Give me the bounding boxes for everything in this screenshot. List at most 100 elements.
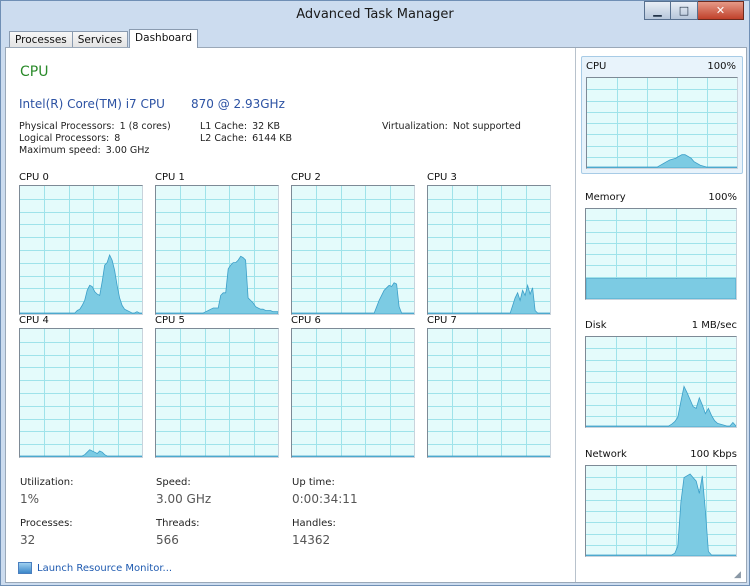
processes-label: Processes:: [20, 518, 73, 529]
cpu-core-7: CPU 7: [427, 315, 551, 459]
cpu-core-7-usage-area: [428, 455, 550, 457]
cpu-core-3: CPU 3: [427, 172, 551, 316]
maximize-button[interactable]: □: [671, 1, 698, 20]
cpu-core-label: CPU 1: [155, 172, 185, 183]
tab-services[interactable]: Services: [71, 31, 129, 48]
launch-resource-monitor-link[interactable]: Launch Resource Monitor...: [18, 562, 172, 574]
cpu-core-label: CPU 0: [19, 172, 49, 183]
side-panel-network[interactable]: Network 100 Kbps: [581, 445, 743, 563]
uptime-value: 0:00:34:11: [292, 492, 358, 506]
logical-processors-label: Logical Processors:: [19, 133, 110, 144]
cpu-core-6-usage-area: [292, 455, 414, 457]
side-cpu-graph: [587, 78, 737, 168]
side-panel-graph-frame: [585, 465, 737, 557]
speed-value: 3.00 GHz: [156, 492, 212, 506]
cpu-core-graph-frame: [427, 185, 551, 315]
tab-strip: Processes Services Dashboard: [9, 29, 199, 48]
cpu-model-name: Intel(R) Core(TM) i7 CPU: [19, 97, 165, 111]
maximum-speed-value: 3.00 GHz: [105, 145, 150, 156]
virtualization-value: Not supported: [452, 121, 521, 132]
handles-label: Handles:: [292, 518, 336, 529]
cpu-core-graph-frame: [291, 328, 415, 458]
cpu-core-label: CPU 7: [427, 315, 457, 326]
side-panel-cpu[interactable]: CPU 100%: [581, 56, 743, 174]
side-panel-scale: 100 Kbps: [690, 449, 737, 460]
summary-sidebar: CPU 100% Memory 100% Disk 1 MB/sec Network 100 …: [575, 48, 746, 582]
side-panel-label: Network: [585, 449, 627, 460]
side-memory-graph: [586, 209, 736, 299]
cpu-core-2: CPU 2: [291, 172, 415, 316]
cpu-core-graph-frame: [291, 185, 415, 315]
close-button[interactable]: ✕: [698, 1, 744, 20]
cpu-core-0: CPU 0: [19, 172, 143, 316]
window-title: Advanced Task Manager: [296, 7, 454, 22]
cpu-core-label: CPU 3: [427, 172, 457, 183]
cpu-core-label: CPU 4: [19, 315, 49, 326]
side-panel-label: Memory: [585, 192, 626, 203]
side-memory-usage-area: [586, 278, 736, 299]
cpu-heading: CPU: [20, 64, 49, 80]
physical-processors: Physical Processors: 1 (8 cores): [19, 121, 171, 132]
l2-cache-value: 6144 KB: [252, 133, 293, 144]
side-panel-disk[interactable]: Disk 1 MB/sec: [581, 316, 743, 434]
cpu-core-label: CPU 2: [291, 172, 321, 183]
resize-grip-icon[interactable]: ◢: [734, 570, 744, 580]
resource-monitor-icon: [18, 562, 32, 574]
app-window: Advanced Task Manager ▁ □ ✕ Processes Se…: [0, 0, 750, 586]
side-panel-scale: 100%: [707, 61, 736, 72]
cpu-core-graph-frame: [19, 185, 143, 315]
physical-processors-label: Physical Processors:: [19, 121, 115, 132]
cpu-core-graph-frame: [155, 185, 279, 315]
utilization-value: 1%: [20, 492, 40, 506]
cpu-model-speed: 870 @ 2.93GHz: [191, 97, 285, 111]
cpu-core-label: CPU 6: [291, 315, 321, 326]
cpu-core-6-graph: [292, 329, 414, 457]
utilization-label: Utilization:: [20, 477, 74, 488]
l1-cache: L1 Cache: 32 KB: [200, 121, 280, 132]
logical-processors: Logical Processors: 8: [19, 133, 120, 144]
cpu-core-5-usage-area: [156, 455, 278, 457]
side-panel-graph-frame: [585, 208, 737, 300]
maximum-speed: Maximum speed: 3.00 GHz: [19, 145, 149, 156]
processes-value: 32: [20, 533, 36, 547]
cpu-core-graph-frame: [427, 328, 551, 458]
cpu-core-5: CPU 5: [155, 315, 279, 459]
tab-processes[interactable]: Processes: [9, 31, 73, 48]
logical-processors-value: 8: [114, 133, 121, 144]
cpu-core-4-graph: [20, 329, 142, 457]
cpu-core-1-graph: [156, 186, 278, 314]
cpu-core-label: CPU 5: [155, 315, 185, 326]
tab-dashboard[interactable]: Dashboard: [129, 29, 199, 48]
side-network-graph: [586, 466, 736, 556]
side-panel-memory[interactable]: Memory 100%: [581, 188, 743, 306]
minimize-button[interactable]: ▁: [644, 1, 671, 20]
handles-value: 14362: [292, 533, 331, 547]
cpu-core-4: CPU 4: [19, 315, 143, 459]
cpu-core-1: CPU 1: [155, 172, 279, 316]
cpu-core-graph-frame: [19, 328, 143, 458]
side-panel-scale: 100%: [708, 192, 737, 203]
threads-value: 566: [156, 533, 179, 547]
cpu-details-panel: CPU Intel(R) Core(TM) i7 CPU 870 @ 2.93G…: [6, 48, 572, 582]
side-disk-graph: [586, 337, 736, 427]
launch-resource-monitor-label: Launch Resource Monitor...: [37, 562, 173, 574]
cpu-core-graph-frame: [155, 328, 279, 458]
physical-processors-value: 1 (8 cores): [119, 121, 171, 132]
threads-label: Threads:: [156, 518, 200, 529]
cpu-core-3-graph: [428, 186, 550, 314]
dashboard-content: CPU Intel(R) Core(TM) i7 CPU 870 @ 2.93G…: [5, 47, 747, 583]
window-controls: ▁ □ ✕: [644, 1, 744, 20]
cpu-core-6: CPU 6: [291, 315, 415, 459]
title-bar[interactable]: Advanced Task Manager ▁ □ ✕: [1, 1, 749, 29]
side-panel-graph-frame: [585, 336, 737, 428]
virtualization: Virtualization: Not supported: [382, 121, 521, 132]
cpu-core-5-graph: [156, 329, 278, 457]
side-panel-label: CPU: [586, 61, 607, 72]
cpu-core-2-graph: [292, 186, 414, 314]
maximum-speed-label: Maximum speed:: [19, 145, 101, 156]
side-panel-graph-frame: [586, 77, 738, 169]
virtualization-label: Virtualization:: [382, 121, 448, 132]
side-panel-label: Disk: [585, 320, 607, 331]
l1-cache-value: 32 KB: [252, 121, 280, 132]
uptime-label: Up time:: [292, 477, 335, 488]
